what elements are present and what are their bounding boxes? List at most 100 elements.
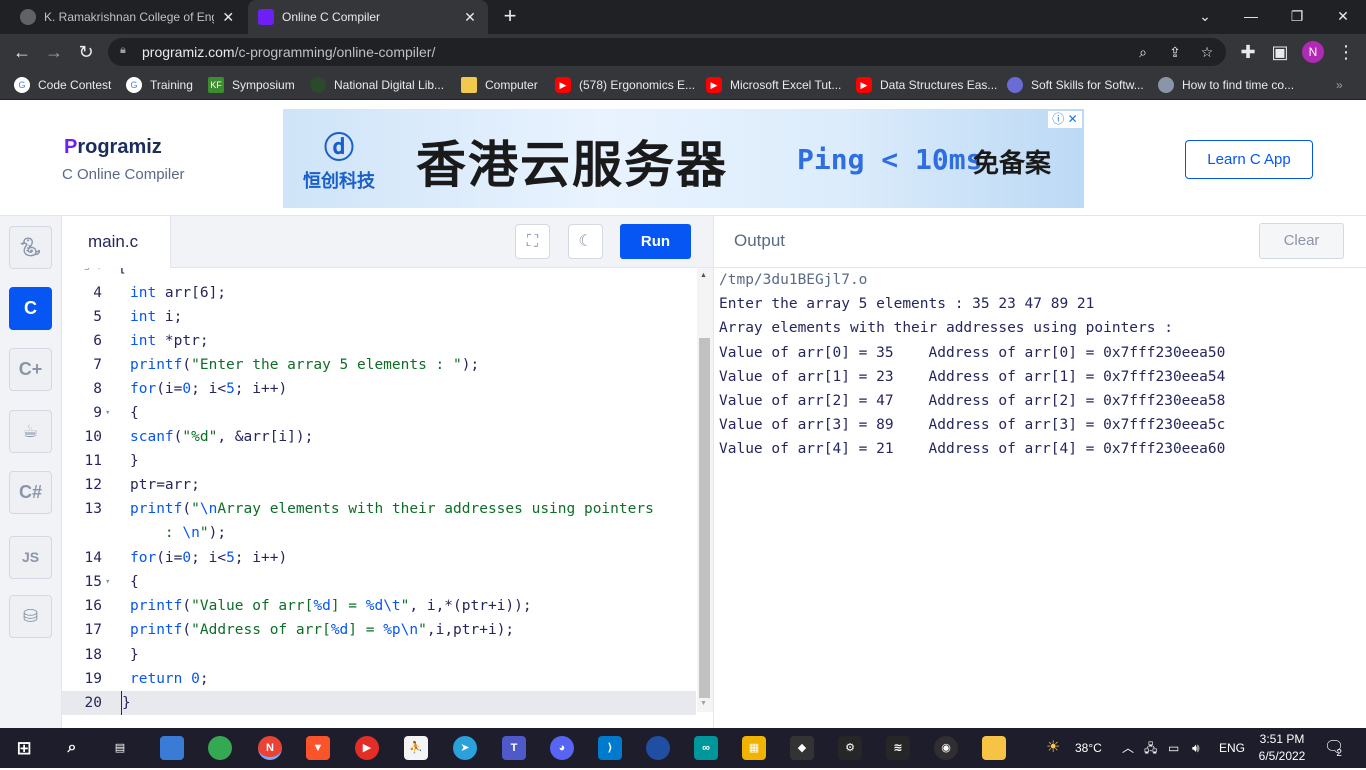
close-window-icon[interactable]: ✕: [1328, 4, 1358, 28]
browser-menu-icon[interactable]: ⋮: [1334, 40, 1358, 64]
weather-icon[interactable]: ☀: [1046, 728, 1060, 768]
show-hidden-icons-icon[interactable]: ︿: [1122, 728, 1134, 768]
discord-icon[interactable]: ◕: [550, 736, 574, 760]
media-player-icon[interactable]: ▶: [355, 736, 379, 760]
ad-close-icon[interactable]: ⓘ ✕: [1048, 111, 1082, 128]
bookmark-star-icon[interactable]: ☆: [1198, 43, 1216, 61]
code-line: 13 printf("\nArray elements with their ad…: [84, 501, 654, 517]
input-language[interactable]: ENG: [1219, 728, 1245, 768]
arduino-icon[interactable]: ∞: [694, 736, 718, 760]
page-subtitle: C Online Compiler: [62, 166, 185, 183]
cs-game-icon[interactable]: ⛹: [404, 736, 428, 760]
fullscreen-icon[interactable]: ⛶: [515, 224, 550, 259]
close-tab-icon[interactable]: ✕: [220, 9, 236, 26]
dark-mode-moon-icon[interactable]: ☾: [568, 224, 603, 259]
bookmark-label: Code Contest: [38, 78, 112, 92]
cpp-language-icon[interactable]: C+: [9, 348, 52, 391]
run-button[interactable]: Run: [620, 224, 691, 259]
bookmark-computer[interactable]: Computer: [461, 76, 538, 94]
laptop-app-icon[interactable]: [160, 736, 184, 760]
notification-icon[interactable]: 🗨︎2: [1324, 728, 1350, 768]
scroll-up-icon[interactable]: ▲: [700, 272, 707, 279]
bookmark-find-time[interactable]: How to find time co...: [1158, 76, 1294, 94]
davinci-resolve-icon[interactable]: ◆: [790, 736, 814, 760]
output-console[interactable]: /tmp/3du1BEGjl7.o Enter the array 5 elem…: [713, 268, 1366, 728]
scroll-down-icon[interactable]: ▼: [700, 700, 707, 707]
more-bookmarks-icon[interactable]: »: [1336, 76, 1343, 94]
bookmark-soft-skills[interactable]: Soft Skills for Softw...: [1007, 76, 1144, 94]
bookmark-training[interactable]: G Training: [126, 76, 193, 94]
output-line: Enter the array 5 elements : 35 23 47 89…: [719, 296, 1095, 312]
close-tab-icon[interactable]: ✕: [462, 9, 478, 26]
zoom-icon[interactable]: ⌕: [1134, 43, 1152, 61]
learn-c-app-button[interactable]: Learn C App: [1185, 140, 1313, 179]
bookmark-label: Computer: [485, 78, 538, 92]
browser-tab-krce[interactable]: K. Ramakrishnan College of Engin ✕: [10, 0, 246, 34]
address-bar[interactable]: 🔒︎ programiz.com/c-programming/online-co…: [108, 38, 1226, 66]
file-tab-main-c[interactable]: main.c: [62, 216, 171, 268]
profile-avatar[interactable]: N: [1302, 41, 1324, 63]
app-shield-icon[interactable]: [646, 736, 670, 760]
google-icon: G: [14, 77, 30, 93]
teams-icon[interactable]: T: [502, 736, 526, 760]
bookmark-excel-tutorial[interactable]: ▶ Microsoft Excel Tut...: [706, 76, 841, 94]
audio-editor-icon[interactable]: ≋: [886, 736, 910, 760]
minimize-window-icon[interactable]: —: [1236, 4, 1266, 28]
network-icon[interactable]: 🖧: [1144, 728, 1157, 768]
bookmark-code-contest[interactable]: G Code Contest: [14, 76, 111, 94]
site-header: Programiz C Online Compiler ⓓ 恒创科技 香港云服务…: [0, 100, 1366, 216]
system-clock[interactable]: 3:51 PM 6/5/2022: [1252, 731, 1312, 765]
browser-tab-online-c-compiler[interactable]: Online C Compiler ✕: [248, 0, 488, 34]
browser-tab-bar: K. Ramakrishnan College of Engin ✕ Onlin…: [0, 0, 1366, 34]
restore-window-icon[interactable]: ❐: [1282, 4, 1312, 28]
java-language-icon[interactable]: ☕︎: [9, 410, 52, 453]
game-controller-icon[interactable]: ⚙: [838, 736, 862, 760]
share-icon[interactable]: ⇪: [1166, 43, 1184, 61]
c-language-icon[interactable]: C: [9, 287, 52, 330]
youtube-icon: ▶: [706, 77, 722, 93]
search-icon[interactable]: ⌕: [60, 736, 84, 760]
weather-temperature[interactable]: 38°C: [1075, 728, 1102, 768]
programiz-logo[interactable]: Programiz: [64, 136, 162, 159]
tab-search-icon[interactable]: ⌄: [1190, 4, 1220, 28]
battery-icon[interactable]: ▭: [1168, 728, 1179, 768]
editor-scrollbar-thumb[interactable]: [699, 338, 710, 698]
url-text[interactable]: programiz.com/c-programming/online-compi…: [142, 44, 435, 60]
brave-browser-icon[interactable]: ▼: [306, 736, 330, 760]
windows-start-icon[interactable]: ⊞: [12, 736, 36, 760]
python-language-icon[interactable]: 🐍︎: [9, 226, 52, 269]
back-arrow-icon[interactable]: ←: [10, 40, 34, 64]
bookmark-label: Training: [150, 78, 193, 92]
chrome-profile-icon[interactable]: N: [258, 736, 282, 760]
task-view-icon[interactable]: ▤: [108, 736, 132, 760]
clear-button[interactable]: Clear: [1259, 223, 1344, 259]
file-explorer-icon[interactable]: [982, 736, 1006, 760]
obs-studio-icon[interactable]: ◉: [934, 736, 958, 760]
code-editor[interactable]: 3 ▾[ 4int arr[6]; 5int i; 6int *ptr; 7pr…: [62, 268, 713, 728]
vscode-icon[interactable]: ⟩: [598, 736, 622, 760]
app-grid-icon[interactable]: ▦: [742, 736, 766, 760]
forward-arrow-icon[interactable]: →: [42, 40, 66, 64]
ad-brand-name: 恒创科技: [303, 171, 375, 191]
volume-icon[interactable]: 🔊︎: [1192, 728, 1200, 768]
sql-database-icon[interactable]: ⛁: [9, 595, 52, 638]
bookmark-data-structures[interactable]: ▶ Data Structures Eas...: [856, 76, 997, 94]
bookmark-national-digital-library[interactable]: National Digital Lib...: [310, 76, 444, 94]
bookmark-ergonomics[interactable]: ▶ (578) Ergonomics E...: [555, 76, 695, 94]
editor-toolbar: main.c ⛶ ☾ Run: [62, 216, 713, 268]
code-line: 6 int *ptr;: [93, 333, 209, 349]
bookmark-symposium[interactable]: KF Symposium: [208, 76, 295, 94]
telegram-icon[interactable]: ➤: [453, 736, 477, 760]
reload-icon[interactable]: ↻: [74, 40, 98, 64]
chrome-icon[interactable]: [208, 736, 232, 760]
advertisement-banner[interactable]: ⓓ 恒创科技 香港云服务器 Ping < 10ms 免备案 ⓘ ✕: [283, 109, 1084, 208]
csharp-language-icon[interactable]: C#: [9, 471, 52, 514]
new-tab-button[interactable]: +: [498, 4, 522, 28]
output-toolbar: Output Clear: [713, 216, 1366, 268]
code-line: 8 for(i=0; i<5; i++): [93, 381, 288, 397]
tab-title: Online C Compiler: [282, 10, 381, 24]
extensions-puzzle-icon[interactable]: ✚: [1236, 40, 1260, 64]
javascript-language-icon[interactable]: JS: [9, 536, 52, 579]
side-panel-icon[interactable]: ▣: [1268, 40, 1292, 64]
code-line: 15 ▾{: [62, 570, 696, 594]
